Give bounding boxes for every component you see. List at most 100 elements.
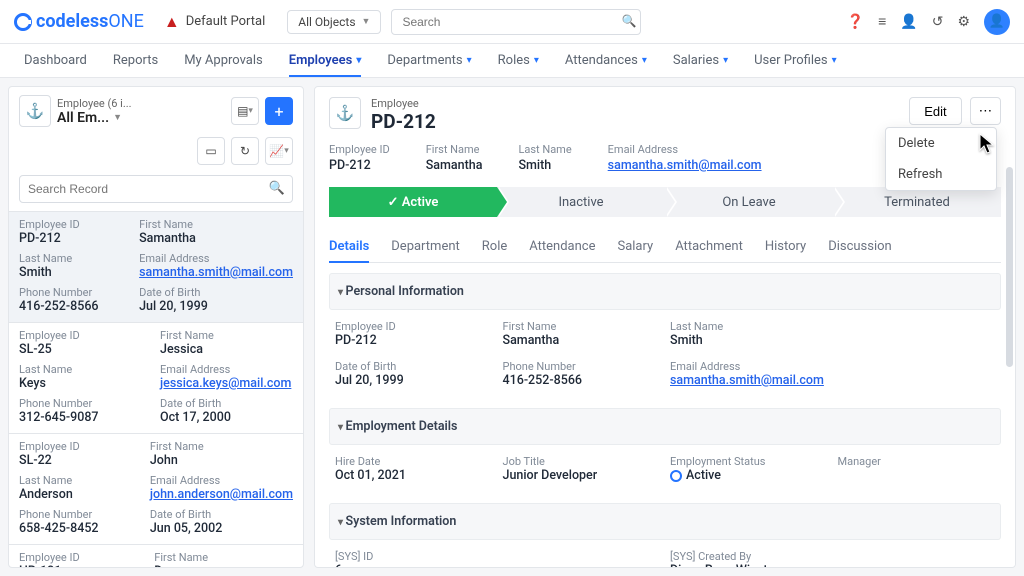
- value: Smith: [518, 158, 571, 173]
- value: Junior Developer: [503, 468, 661, 483]
- tab-details[interactable]: Details: [329, 231, 369, 262]
- value: HR-121: [19, 564, 146, 567]
- nav-reports[interactable]: Reports: [113, 45, 158, 76]
- avatar[interactable]: 👤: [984, 9, 1010, 35]
- edit-button[interactable]: Edit: [909, 97, 961, 125]
- add-record-button[interactable]: +: [265, 97, 293, 125]
- nav-my-approvals[interactable]: My Approvals: [184, 45, 263, 76]
- nav-dashboard[interactable]: Dashboard: [24, 45, 87, 76]
- tab-salary[interactable]: Salary: [617, 231, 653, 262]
- label: First Name: [139, 218, 293, 231]
- label: Email Address: [139, 252, 293, 265]
- section-employment-details[interactable]: Employment Details: [329, 408, 1001, 445]
- more-actions-button[interactable]: ⋯: [970, 97, 1001, 125]
- label: Phone Number: [19, 286, 131, 299]
- nav-employees[interactable]: Employees▾: [289, 45, 362, 76]
- list-item[interactable]: Employee IDSL-25First NameJessicaLast Na…: [9, 322, 303, 433]
- refresh-list-button[interactable]: ↻: [231, 137, 259, 165]
- label: Date of Birth: [160, 397, 293, 410]
- list-item[interactable]: Employee IDHR-121First NameDaveLast Name…: [9, 544, 303, 567]
- value: Smith: [19, 265, 131, 280]
- stage-inactive[interactable]: Inactive: [497, 187, 665, 217]
- list-search: 🔍: [9, 171, 303, 211]
- radio-icon: [670, 470, 682, 482]
- nav-userprofiles-label: User Profiles: [754, 53, 828, 68]
- form-view-button[interactable]: ▭: [197, 137, 225, 165]
- label: [SYS] ID: [335, 550, 660, 563]
- value: Jul 20, 1999: [139, 299, 293, 314]
- label: Email Address: [670, 360, 828, 373]
- stage-terminated[interactable]: Terminated: [833, 187, 1001, 217]
- email-link[interactable]: samantha.smith@mail.com: [139, 265, 293, 280]
- status-text: Active: [686, 468, 721, 483]
- app-logo[interactable]: codelessONE: [14, 11, 144, 32]
- tab-role[interactable]: Role: [482, 231, 507, 262]
- tab-history[interactable]: History: [765, 231, 806, 262]
- nav-roles-label: Roles: [498, 53, 530, 68]
- scrollbar[interactable]: [1006, 167, 1013, 367]
- list-header: ⚓ Employee (6 i... All Em...▼ ▤▾ +: [9, 87, 303, 135]
- portal-selector[interactable]: ▲ Default Portal: [164, 12, 265, 32]
- nav-user-profiles[interactable]: User Profiles ▾: [754, 45, 837, 76]
- tab-attachment[interactable]: Attachment: [675, 231, 743, 262]
- chart-button[interactable]: 📈▾: [265, 137, 293, 165]
- stage-on-leave[interactable]: On Leave: [665, 187, 833, 217]
- stage-active[interactable]: ✓ Active: [329, 187, 497, 217]
- caret-down-icon: ▾: [723, 55, 728, 66]
- caret-down-icon: ▾: [642, 55, 647, 66]
- status-stages: ✓ Active Inactive On Leave Terminated: [329, 187, 1001, 217]
- tab-discussion[interactable]: Discussion: [828, 231, 892, 262]
- section-personal-information[interactable]: Personal Information: [329, 273, 1001, 310]
- logo-text: codeless: [36, 11, 108, 32]
- email-link[interactable]: john.anderson@mail.com: [150, 487, 293, 502]
- label: Last Name: [19, 474, 142, 487]
- value: Keys: [19, 376, 152, 391]
- label: First Name: [154, 551, 293, 564]
- label: Last Name: [19, 252, 131, 265]
- record-list[interactable]: Employee IDPD-212First NameSamanthaLast …: [9, 211, 303, 567]
- help-icon[interactable]: ❓: [847, 14, 864, 30]
- record-title: PD-212: [371, 110, 436, 133]
- email-link[interactable]: jessica.keys@mail.com: [160, 376, 291, 391]
- label: Phone Number: [19, 397, 152, 410]
- label: Manager: [838, 455, 996, 468]
- main-nav: Dashboard Reports My Approvals Employees…: [0, 44, 1024, 78]
- nav-attendances[interactable]: Attendances▾: [565, 45, 647, 76]
- value: SL-22: [19, 453, 142, 468]
- email-link[interactable]: samantha.smith@mail.com: [608, 158, 762, 173]
- value: Jun 05, 2002: [150, 521, 293, 536]
- nav-departments[interactable]: Departments▾: [387, 45, 471, 76]
- section-system-information[interactable]: System Information: [329, 503, 1001, 540]
- value: 658-425-8452: [19, 521, 142, 536]
- global-search-input[interactable]: [391, 9, 641, 35]
- user-add-icon[interactable]: 👤: [900, 14, 917, 30]
- caret-down-icon: ▾: [356, 55, 361, 66]
- view-layout-button[interactable]: ▤▾: [231, 97, 259, 125]
- nav-roles[interactable]: Roles▾: [498, 45, 539, 76]
- list-search-input[interactable]: [19, 175, 293, 203]
- list-item[interactable]: Employee IDSL-22First NameJohnLast NameA…: [9, 433, 303, 544]
- menu-refresh[interactable]: Refresh: [886, 159, 996, 190]
- value: Oct 17, 2000: [160, 410, 293, 425]
- email-link[interactable]: samantha.smith@mail.com: [670, 373, 824, 388]
- logo-icon: [14, 13, 32, 31]
- search-icon: 🔍: [269, 181, 285, 196]
- summary-last-name: Last Name Smith: [518, 143, 571, 173]
- label: First Name: [160, 329, 293, 342]
- list-item[interactable]: Employee IDPD-212First NameSamanthaLast …: [9, 211, 303, 322]
- tab-department[interactable]: Department: [391, 231, 460, 262]
- value: SL-25: [19, 342, 152, 357]
- caret-down-icon: ▾: [832, 55, 837, 66]
- list-title[interactable]: Employee (6 i... All Em...▼: [57, 97, 225, 126]
- history-icon[interactable]: ↺: [932, 14, 944, 30]
- tab-attendance[interactable]: Attendance: [529, 231, 595, 262]
- object-label: Employee: [371, 97, 436, 110]
- object-filter[interactable]: All Objects ▼: [287, 10, 381, 34]
- nav-salaries[interactable]: Salaries▾: [673, 45, 728, 76]
- gear-icon[interactable]: ⚙: [957, 14, 970, 30]
- database-icon[interactable]: ≡: [878, 13, 886, 30]
- menu-delete[interactable]: Delete: [886, 128, 996, 159]
- label: Job Title: [503, 455, 661, 468]
- employment-fields: Hire DateOct 01, 2021 Job TitleJunior De…: [329, 445, 1001, 493]
- record-detail-pane: ⚓ Employee PD-212 Edit ⋯ Delete Refresh …: [314, 86, 1016, 568]
